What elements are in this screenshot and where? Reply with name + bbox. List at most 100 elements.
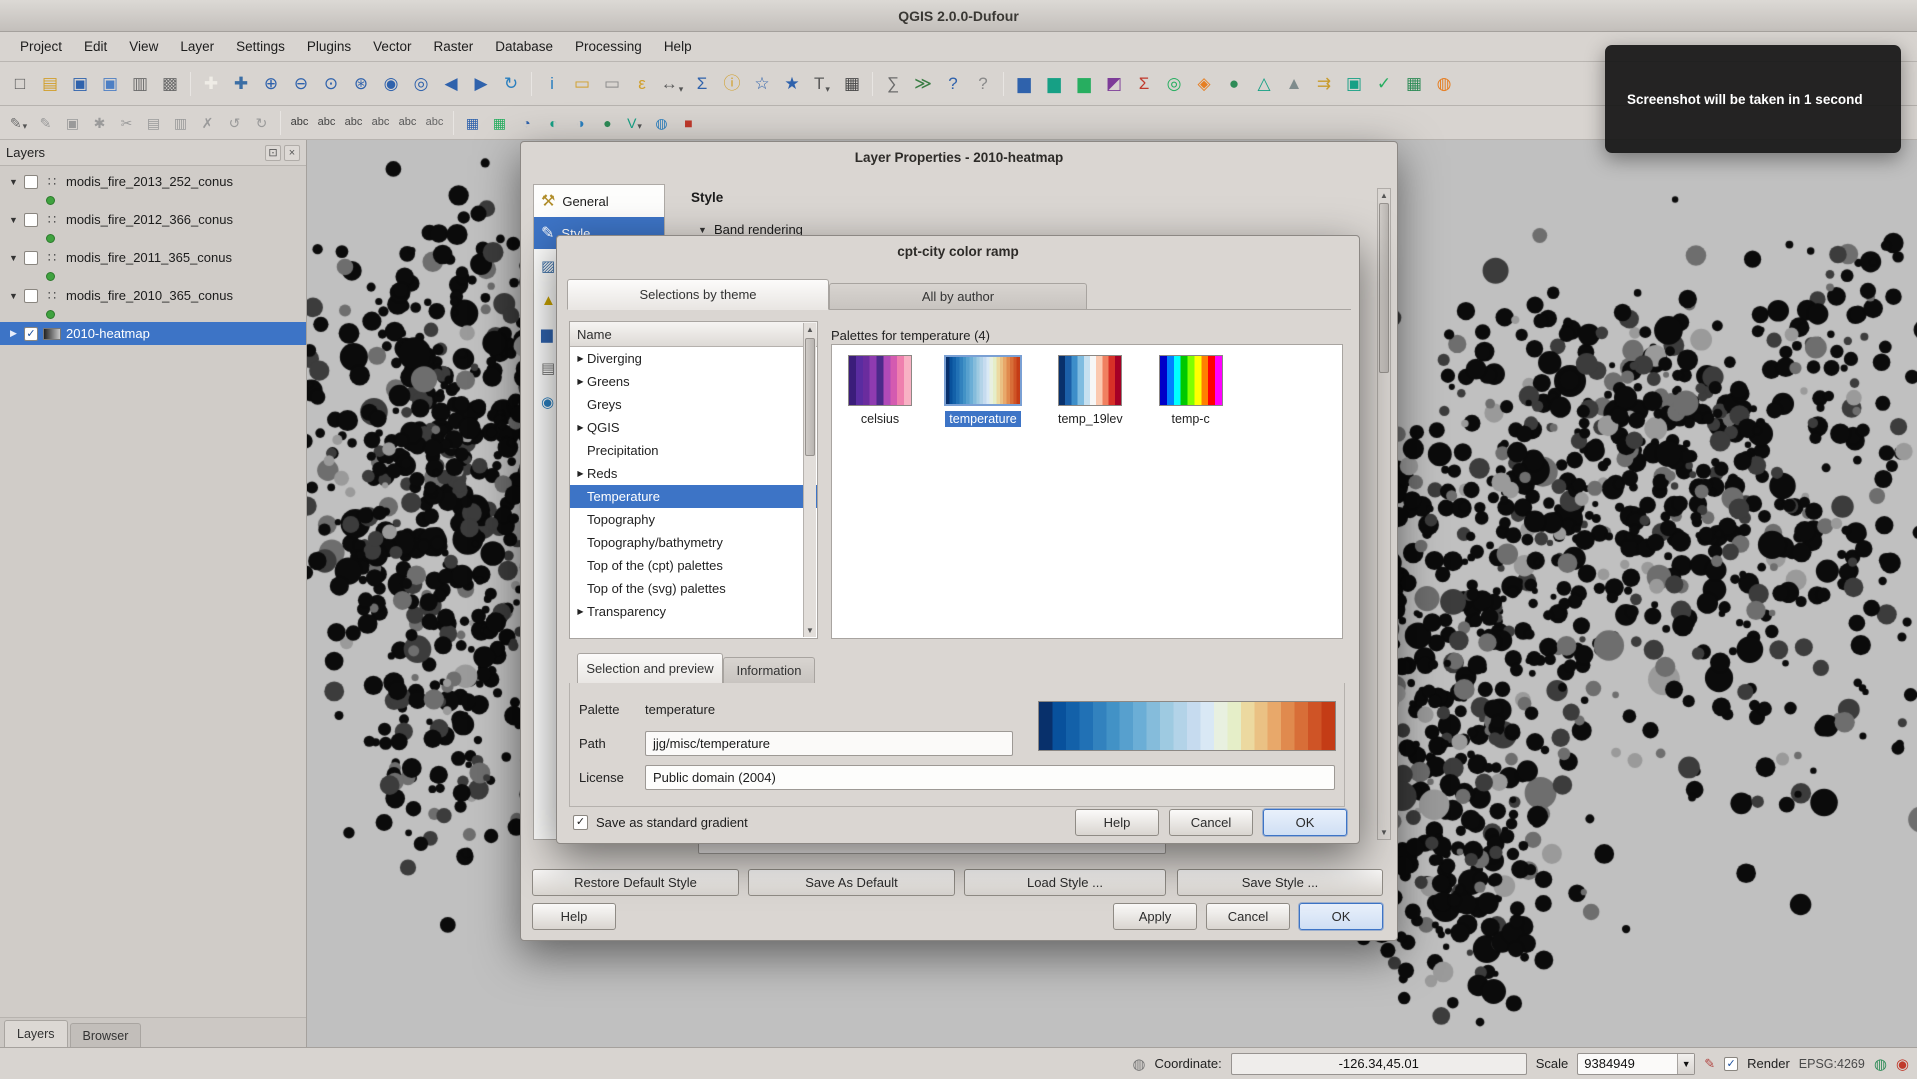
tree-scrollbar[interactable]: ▲ ▼ [803, 323, 816, 637]
collapse-arrow-icon[interactable]: ▼ [697, 225, 708, 235]
toggle-editing-icon[interactable]: ✎ [32, 110, 59, 136]
palette-temp-19lev[interactable]: temp_19lev [1054, 355, 1127, 427]
world-icon[interactable]: ◍ [648, 110, 675, 136]
style-copy-icon[interactable]: ▦ [459, 110, 486, 136]
label-properties-icon[interactable]: abc [421, 110, 448, 136]
save-style-button[interactable]: Save Style ... [1177, 869, 1383, 896]
palette-temperature[interactable]: temperature [944, 355, 1022, 427]
expand-arrow-icon[interactable]: ▶ [574, 354, 587, 363]
expand-arrow-icon[interactable]: ▶ [574, 423, 587, 432]
tracking-icon[interactable]: ◍ [1132, 1055, 1145, 1073]
layer-visibility-checkbox[interactable] [24, 213, 38, 227]
save-as-default-button[interactable]: Save As Default [748, 869, 955, 896]
label-move-icon[interactable]: abc [367, 110, 394, 136]
tree-header[interactable]: Name [570, 322, 817, 347]
tree-item-topography[interactable]: Topography [570, 508, 817, 531]
text-annotation-icon[interactable]: T▾ [807, 69, 837, 99]
raster-red-icon[interactable]: ■ [675, 110, 702, 136]
sphere-icon[interactable]: ● [594, 110, 621, 136]
zonal-stats-icon[interactable]: ▦ [1399, 69, 1429, 99]
tree-item-diverging[interactable]: ▶Diverging [570, 347, 817, 370]
select-features-icon[interactable]: ▭ [567, 69, 597, 99]
menu-project[interactable]: Project [10, 35, 72, 58]
crs-status-icon[interactable]: ◍ [1874, 1055, 1887, 1073]
road-graph-icon[interactable]: ⇉ [1309, 69, 1339, 99]
new-print-composer-icon[interactable]: ▥ [125, 69, 155, 99]
scroll-thumb[interactable] [805, 338, 815, 456]
palette-temp-c[interactable]: temp-c [1159, 355, 1223, 427]
histogram-green-icon[interactable]: ▆ [1069, 69, 1099, 99]
composer-manager-icon[interactable]: ▩ [155, 69, 185, 99]
new-project-icon[interactable]: □ [5, 69, 35, 99]
open-project-icon[interactable]: ▤ [35, 69, 65, 99]
collapse-arrow-icon[interactable]: ▼ [8, 177, 19, 187]
statistics-icon[interactable]: Σ [1129, 69, 1159, 99]
python-console-icon[interactable]: ≫ [908, 69, 938, 99]
layer-visibility-checkbox[interactable]: ✓ [24, 327, 38, 341]
layer-item-2010-heatmap[interactable]: ▶✓2010-heatmap [0, 322, 306, 345]
dialog-scrollbar[interactable]: ▲ ▼ [1377, 188, 1391, 840]
globe-blue-icon[interactable]: ◑ [567, 110, 594, 136]
undo-icon[interactable]: ↺ [221, 110, 248, 136]
save-gradient-checkbox[interactable]: ✓ [573, 815, 588, 830]
render-checkbox[interactable]: ✓ [1724, 1057, 1738, 1071]
panel-tab-browser[interactable]: Browser [70, 1023, 142, 1047]
sum-statistics-icon[interactable]: Σ [687, 69, 717, 99]
ok-button[interactable]: OK [1299, 903, 1383, 930]
menu-processing[interactable]: Processing [565, 35, 652, 58]
histogram-teal-icon[interactable]: ▆ [1039, 69, 1069, 99]
menu-edit[interactable]: Edit [74, 35, 117, 58]
layer-item-modis-fire-2010-365-conus[interactable]: ▼∷modis_fire_2010_365_conus [0, 284, 306, 307]
scroll-up-icon[interactable]: ▲ [1378, 191, 1390, 200]
zoom-to-selection-icon[interactable]: ◉ [376, 69, 406, 99]
label-pin-icon[interactable]: abc [313, 110, 340, 136]
tree-item-temperature[interactable]: Temperature [570, 485, 817, 508]
save-project-as-icon[interactable]: ▣ [95, 69, 125, 99]
help-contents-icon[interactable]: ? [938, 69, 968, 99]
redo-icon[interactable]: ↻ [248, 110, 275, 136]
zoom-in-icon[interactable]: ⊕ [256, 69, 286, 99]
chevron-down-icon[interactable]: ▾ [23, 121, 28, 136]
log-messages-icon[interactable]: ◉ [1896, 1055, 1909, 1073]
new-bookmark-icon[interactable]: ☆ [747, 69, 777, 99]
tree-item-greens[interactable]: ▶Greens [570, 370, 817, 393]
palette-celsius[interactable]: celsius [848, 355, 912, 427]
select-by-expression-icon[interactable]: ε [627, 69, 657, 99]
load-style-button[interactable]: Load Style ... [964, 869, 1166, 896]
field-calculator-icon[interactable]: ∑ [878, 69, 908, 99]
tree-item-qgis[interactable]: ▶QGIS [570, 416, 817, 439]
current-edits-icon[interactable]: ✎▾ [5, 110, 32, 136]
expand-arrow-icon[interactable]: ▶ [574, 607, 587, 616]
topology-checker-icon[interactable]: ✓ [1369, 69, 1399, 99]
scroll-up-icon[interactable]: ▲ [804, 325, 816, 334]
epsg-status[interactable]: EPSG:4269 [1799, 1057, 1865, 1071]
cancel-button[interactable]: Cancel [1169, 809, 1253, 836]
copy-features-icon[interactable]: ▤ [140, 110, 167, 136]
refresh-icon[interactable]: ↻ [496, 69, 526, 99]
paste-features-icon[interactable]: ▥ [167, 110, 194, 136]
tab-all-by-author[interactable]: All by author [829, 283, 1087, 309]
layer-visibility-checkbox[interactable] [24, 251, 38, 265]
collapse-arrow-icon[interactable]: ▼ [8, 253, 19, 263]
histogram-blue-icon[interactable]: ▆ [1009, 69, 1039, 99]
save-layer-edits-icon[interactable]: ▣ [59, 110, 86, 136]
save-project-icon[interactable]: ▣ [65, 69, 95, 99]
label-rotate-icon[interactable]: abc [394, 110, 421, 136]
layer-visibility-checkbox[interactable] [24, 289, 38, 303]
deselect-all-icon[interactable]: ▭ [597, 69, 627, 99]
help-button[interactable]: Help [532, 903, 616, 930]
license-input[interactable]: Public domain (2004) [645, 765, 1335, 790]
sidebar-item-general[interactable]: ⚒General [534, 185, 664, 217]
menu-settings[interactable]: Settings [226, 35, 295, 58]
scroll-down-icon[interactable]: ▼ [1378, 828, 1390, 837]
zoom-last-icon[interactable]: ◀ [436, 69, 466, 99]
label-highlight-icon[interactable]: abc [340, 110, 367, 136]
expand-arrow-icon[interactable]: ▶ [574, 377, 587, 386]
chevron-down-icon[interactable]: ▾ [825, 84, 830, 99]
layer-item-modis-fire-2011-365-conus[interactable]: ▼∷modis_fire_2011_365_conus [0, 246, 306, 269]
menu-layer[interactable]: Layer [170, 35, 224, 58]
menu-plugins[interactable]: Plugins [297, 35, 361, 58]
chart-icon[interactable]: ◩ [1099, 69, 1129, 99]
tree-item-top-of-the-svg-palettes[interactable]: Top of the (svg) palettes [570, 577, 817, 600]
interpolation-icon[interactable]: △ [1249, 69, 1279, 99]
